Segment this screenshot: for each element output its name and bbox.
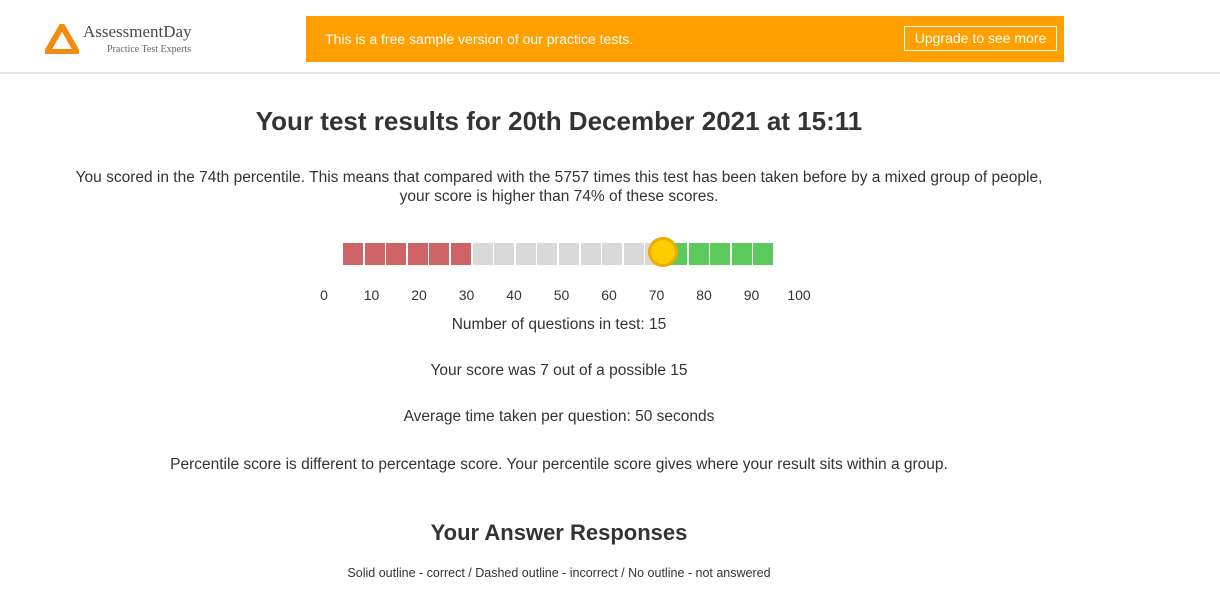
percentile-summary: You scored in the 74th percentile. This … [75, 169, 1043, 205]
scale-segment [407, 243, 428, 265]
responses-heading: Your Answer Responses [430, 520, 688, 545]
logo-name: AssessmentDay [83, 22, 192, 41]
scale-segment [515, 243, 536, 265]
scale-segment [386, 243, 407, 265]
scale-segment [623, 243, 644, 265]
scale-tick-label: 20 [411, 287, 427, 303]
logo-triangle-icon [45, 24, 79, 54]
scale-segment [364, 243, 385, 265]
scale-segment [753, 243, 774, 265]
scale-segment [494, 243, 515, 265]
upgrade-button[interactable]: Upgrade to see more [904, 26, 1057, 51]
responses-legend: Solid outline - correct / Dashed outline… [347, 566, 771, 580]
scale-segment [602, 243, 623, 265]
scale-tick-label: 30 [458, 287, 475, 303]
results-title: Your test results for 20th December 2021… [255, 106, 863, 136]
scale-segment [451, 243, 471, 265]
scale-segment [710, 243, 731, 265]
sample-banner: This is a free sample version of our pra… [306, 16, 1064, 62]
percentile-note: Percentile score is different to percent… [170, 456, 948, 473]
questions-count: Number of questions in test: 15 [451, 316, 667, 333]
scale-tick-label: 40 [506, 287, 522, 303]
scale-tick-label: 100 [787, 287, 811, 303]
site-logo[interactable]: AssessmentDay Practice Test Experts [45, 22, 215, 62]
scale-segment [429, 243, 450, 265]
scale-segment [343, 243, 363, 265]
scale-segment [559, 243, 579, 265]
scale-tick-label: 50 [553, 287, 570, 303]
percentile-marker [647, 237, 678, 267]
scale-segment [688, 243, 709, 265]
scale-segment [472, 243, 493, 265]
scale-tick-label: 80 [696, 287, 712, 303]
logo-tagline: Practice Test Experts [107, 44, 192, 55]
scale-ticks: 0 10 20 30 40 50 60 70 80 90 100 [0, 287, 1220, 305]
scale-tick-label: 90 [743, 287, 760, 303]
scale-tick-label: 70 [648, 287, 665, 303]
scale-tick-label: 60 [601, 287, 617, 303]
scale-segment [537, 243, 558, 265]
scale-segment [580, 243, 601, 265]
banner-text: This is a free sample version of our pra… [325, 31, 634, 47]
scale-tick-label: 0 [320, 287, 328, 303]
time-line: Average time taken per question: 50 seco… [403, 408, 715, 425]
score-line: Your score was 7 out of a possible 15 [430, 362, 688, 379]
scale-tick-label: 10 [363, 287, 380, 303]
site-header: AssessmentDay Practice Test Experts This… [0, 0, 1220, 74]
percentile-scale [343, 243, 783, 265]
scale-segment [731, 243, 752, 265]
